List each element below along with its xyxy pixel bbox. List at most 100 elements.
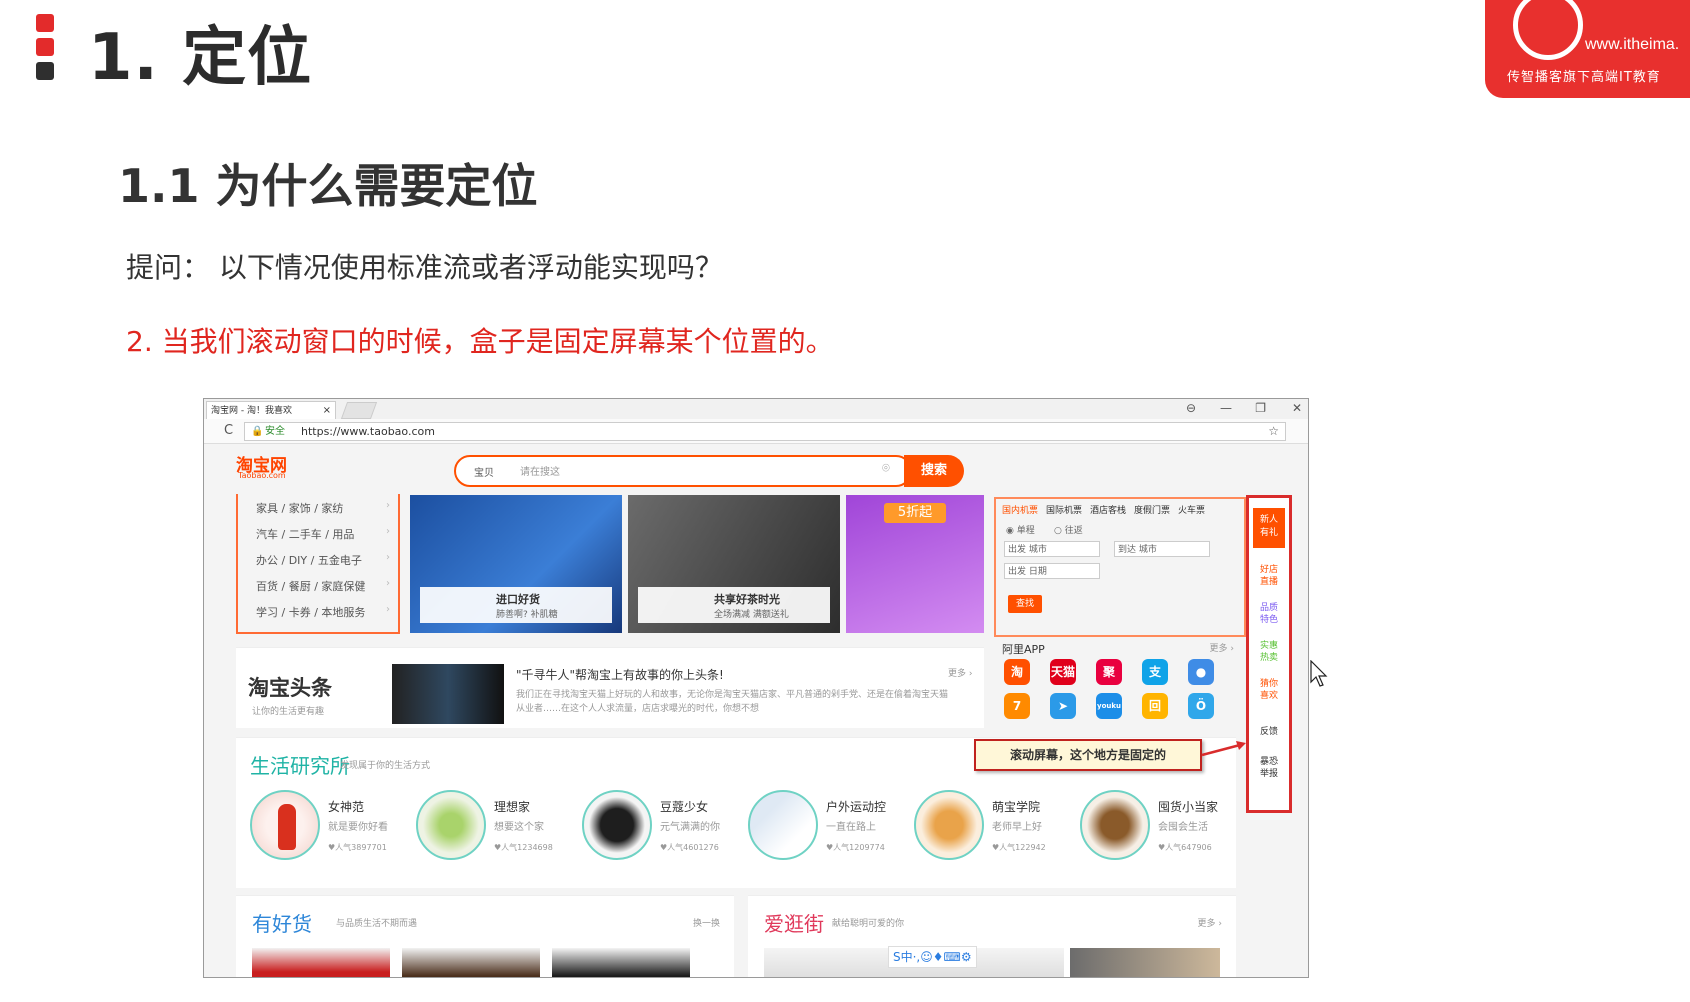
title-bullet-bottom <box>36 62 54 80</box>
slide-subtitle: 1.1 为什么需要定位 <box>118 159 538 213</box>
fixed-bar-item[interactable]: 暴恐 举报 <box>1253 756 1285 780</box>
headline-title[interactable]: "千寻牛人"帮淘宝上有故事的你上头条! <box>516 666 724 683</box>
category-item[interactable]: 百货 / 餐厨 / 家庭保健 <box>256 578 365 594</box>
life-title: 生活研究所 <box>250 754 350 778</box>
ali-app-more-link[interactable]: 更多 › <box>1210 641 1234 654</box>
from-city-field[interactable]: 出发 城市 <box>1004 541 1100 557</box>
good-goods-title: 有好货 <box>252 912 312 936</box>
fixed-bar-item[interactable]: 品质 特色 <box>1253 602 1285 626</box>
tab-domestic-flight[interactable]: 国内机票 <box>1002 503 1038 516</box>
life-item-image <box>250 790 320 860</box>
life-item-hot: ♥人气122942 <box>992 843 1046 852</box>
flight-widget: 国内机票 国际机票 酒店客栈 度假门票 火车票 ◉ 单程 ○ 往返 出发 城市 … <box>994 497 1246 637</box>
category-item[interactable]: 学习 / 卡券 / 本地服务 <box>256 604 365 620</box>
ali-app-icon[interactable]: youku <box>1096 693 1122 719</box>
good-goods-section: 有好货 与品质生活不期而遇 换一换 <box>236 895 734 977</box>
banner-import-goods[interactable]: 进口好货 肺善啊? 补肌糖 <box>410 495 622 633</box>
oneway-radio[interactable]: ◉ 单程 <box>1006 523 1035 536</box>
life-item[interactable]: 理想家 想要这个家 ♥人气1234698 <box>416 790 584 870</box>
bookmark-star-icon[interactable]: ☆ <box>1268 423 1279 440</box>
tab-hotel[interactable]: 酒店客栈 <box>1090 503 1126 516</box>
flight-search-button[interactable]: 查找 <box>1008 595 1042 613</box>
fixed-bar-item[interactable]: 好店 直播 <box>1253 564 1285 588</box>
callout-arrow-icon <box>1201 741 1246 757</box>
ali-app-icon[interactable]: ● <box>1188 659 1214 685</box>
search-box[interactable]: 宝贝 请在搜这 ⌾ <box>454 455 912 487</box>
ime-toolbar[interactable]: S中·,☺♦⌨⚙ <box>888 946 977 968</box>
return-radio[interactable]: ○ 往返 <box>1054 523 1083 536</box>
ali-app-icon[interactable]: Ö <box>1188 693 1214 719</box>
life-item[interactable]: 豆蔻少女 元气满满的你 ♥人气4601276 <box>582 790 750 870</box>
life-item-title: 理想家 <box>494 800 531 814</box>
taobao-screenshot: 淘宝网 - 淘！我喜欢 × ⊖ — ❐ ✕ C 🔒 安全 https://www… <box>203 398 1309 978</box>
lock-icon: 🔒 <box>251 426 264 437</box>
to-city-field[interactable]: 到达 城市 <box>1114 541 1210 557</box>
life-item[interactable]: 户外运动控 一直在路上 ♥人气1209774 <box>748 790 916 870</box>
camera-icon[interactable]: ⌾ <box>882 461 890 476</box>
restore-button[interactable]: ❐ <box>1255 401 1266 415</box>
life-item[interactable]: 萌宝学院 老师早上好 ♥人气122942 <box>914 790 1082 870</box>
title-bullet-mid <box>36 38 54 56</box>
headline-more-link[interactable]: 更多 › <box>948 666 972 679</box>
product-card[interactable] <box>552 948 690 977</box>
life-item[interactable]: 囤货小当家 会囤会生活 ♥人气647906 <box>1080 790 1248 870</box>
ali-app-icon[interactable]: 支 <box>1142 659 1168 685</box>
ali-app-icon[interactable]: 聚 <box>1096 659 1122 685</box>
life-item[interactable]: 女神范 就是要你好看 ♥人气3897701 <box>250 790 418 870</box>
headline-image[interactable] <box>392 664 504 724</box>
url-field[interactable]: 🔒 安全 https://www.taobao.com ☆ <box>244 422 1286 441</box>
browser-tab[interactable]: 淘宝网 - 淘！我喜欢 × <box>206 401 336 419</box>
ali-app-icon[interactable]: ➤ <box>1050 693 1076 719</box>
search-input[interactable]: 请在搜这 <box>520 463 560 478</box>
tab-close-icon[interactable]: × <box>323 402 331 420</box>
search-button[interactable]: 搜索 <box>904 455 964 487</box>
tab-intl-flight[interactable]: 国际机票 <box>1046 503 1082 516</box>
new-tab-button[interactable] <box>340 402 378 419</box>
browser-tab-bar: 淘宝网 - 淘！我喜欢 × ⊖ — ❐ ✕ <box>204 399 1308 420</box>
fixed-bar-item[interactable]: 实惠 热卖 <box>1253 640 1285 664</box>
chevron-right-icon: › <box>386 500 390 511</box>
banner-sub: 全场满减 满额送礼 <box>714 610 789 620</box>
life-item-sub: 一直在路上 <box>826 822 876 833</box>
banner-caption: 共享好茶时光 全场满减 满额送礼 <box>638 587 830 623</box>
life-item-sub: 想要这个家 <box>494 822 544 833</box>
title-bullet-top <box>36 14 54 32</box>
chevron-right-icon: › <box>386 552 390 563</box>
ali-app-icon[interactable]: 7 <box>1004 693 1030 719</box>
close-window-button[interactable]: ✕ <box>1292 401 1302 415</box>
fixed-position-callout: 滚动屏幕，这个地方是固定的 <box>974 739 1202 771</box>
ali-app-icon[interactable]: 淘 <box>1004 659 1030 685</box>
ifashion-more[interactable]: 更多 › <box>1198 916 1222 929</box>
category-item[interactable]: 家具 / 家饰 / 家纺 <box>256 500 343 516</box>
ifashion-title: 爱逛街 <box>764 912 824 936</box>
product-card[interactable] <box>252 948 390 977</box>
secure-label: 安全 <box>265 426 285 437</box>
banner-sale[interactable]: 5折起 <box>846 495 984 633</box>
account-icon[interactable]: ⊖ <box>1186 401 1196 415</box>
headline-sub: 让你的生活更有趣 <box>252 707 325 717</box>
discount-tag: 5折起 <box>884 503 946 523</box>
category-item[interactable]: 汽车 / 二手车 / 用品 <box>256 526 354 542</box>
fixed-bar-item[interactable]: 猜你 喜欢 <box>1253 678 1285 702</box>
fixed-bar-top-button[interactable]: 新人 有礼 <box>1253 508 1285 548</box>
slide-title: 1. 定位 <box>88 21 313 95</box>
good-goods-refresh[interactable]: 换一换 <box>693 916 720 929</box>
tab-train[interactable]: 火车票 <box>1178 503 1205 516</box>
life-item-hot: ♥人气4601276 <box>660 843 719 852</box>
mouse-cursor-icon <box>1310 660 1328 687</box>
minimize-button[interactable]: — <box>1220 401 1232 415</box>
headline-logo[interactable]: 淘宝头条 <box>248 672 332 702</box>
fixed-bar-item[interactable]: 反馈 <box>1253 726 1285 738</box>
tab-vacation[interactable]: 度假门票 <box>1134 503 1170 516</box>
search-type-select[interactable]: 宝贝 <box>474 464 494 479</box>
product-card[interactable] <box>1070 948 1220 977</box>
product-card[interactable] <box>402 948 540 977</box>
life-item-hot: ♥人气647906 <box>1158 843 1212 852</box>
banner-tea[interactable]: 共享好茶时光 全场满减 满额送礼 <box>628 495 840 633</box>
ali-app-icon[interactable]: 天猫 <box>1050 659 1076 685</box>
life-item-title: 女神范 <box>328 800 365 814</box>
category-item[interactable]: 办公 / DIY / 五金电子 <box>256 552 362 568</box>
ali-app-icon[interactable]: 回 <box>1142 693 1168 719</box>
depart-date-field[interactable]: 出发 日期 <box>1004 563 1100 579</box>
reload-icon[interactable]: C <box>224 423 233 438</box>
